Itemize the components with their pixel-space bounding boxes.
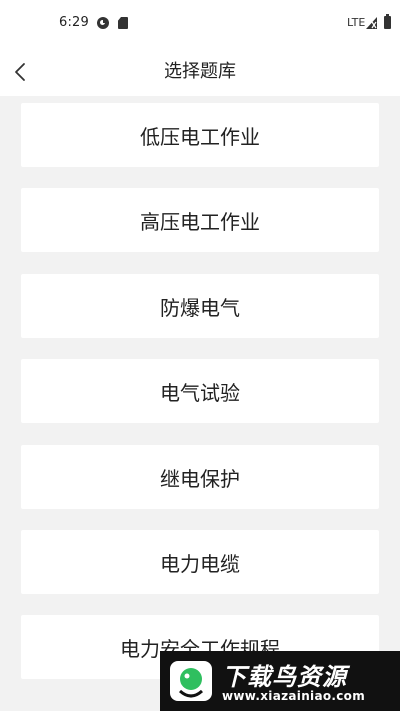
- sd-card-icon: [118, 17, 128, 29]
- list-item-electrical-test[interactable]: 电气试验: [21, 359, 379, 423]
- network-type-label: LTE: [347, 16, 366, 29]
- list-item-high-voltage[interactable]: 高压电工作业: [21, 188, 379, 252]
- battery-icon: [384, 14, 391, 29]
- page-title: 选择题库: [164, 61, 236, 82]
- list-item-label: 电气试验: [160, 380, 240, 405]
- list-item-label: 低压电工作业: [140, 124, 260, 149]
- app-header: 选择题库: [0, 48, 400, 96]
- list-item-power-cable[interactable]: 电力电缆: [21, 530, 379, 594]
- status-bar: 6:29 LTE: [0, 0, 400, 48]
- status-time: 6:29: [59, 15, 89, 30]
- bird-logo-icon: [170, 661, 212, 701]
- watermark: 下载鸟资源 www.xiazainiao.com: [160, 651, 400, 711]
- watermark-url: www.xiazainiao.com: [222, 689, 366, 703]
- notification-app-icon: [97, 17, 109, 29]
- list-item-label: 继电保护: [160, 466, 240, 491]
- list-item-label: 防爆电气: [160, 295, 240, 320]
- list-item-relay-protection[interactable]: 继电保护: [21, 445, 379, 509]
- chevron-left-icon: [15, 63, 25, 81]
- list-item-explosion-proof[interactable]: 防爆电气: [21, 274, 379, 338]
- list-item-low-voltage[interactable]: 低压电工作业: [21, 103, 379, 167]
- list-item-label: 电力电缆: [160, 551, 240, 576]
- watermark-title: 下载鸟资源: [222, 663, 347, 691]
- screen: 6:29 LTE 选择题库 低压电工作业 高压电工作业 防爆电气 电气试验 继电…: [0, 0, 400, 711]
- back-button[interactable]: [8, 60, 32, 84]
- list-item-label: 高压电工作业: [140, 209, 260, 234]
- signal-icon: [366, 17, 377, 29]
